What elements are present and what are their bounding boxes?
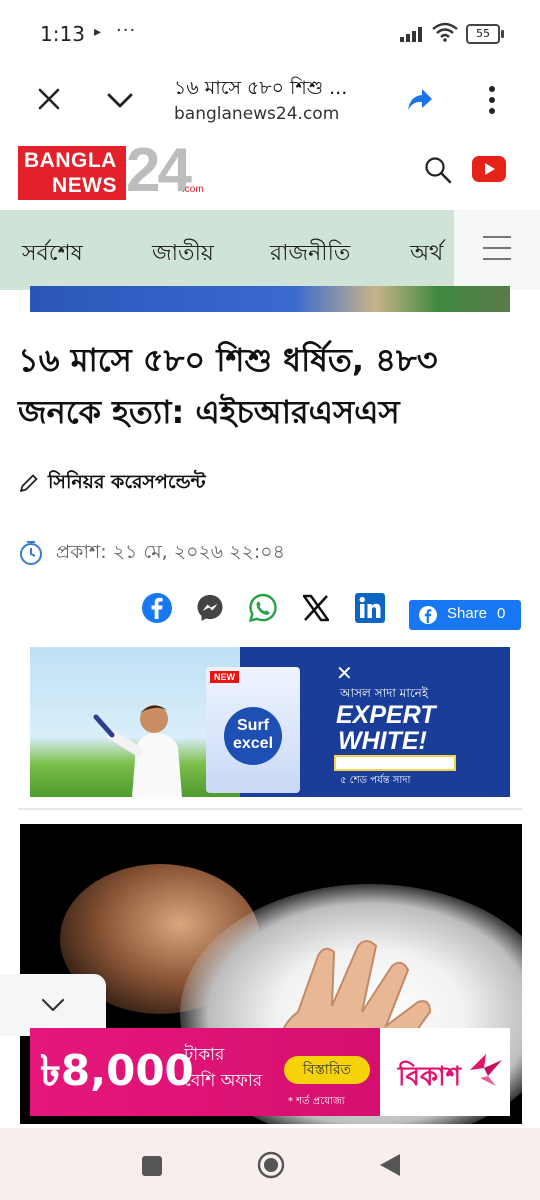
- banner-strip: [30, 286, 510, 312]
- publish-date: প্রকাশ: ২১ মে, ২০২৬ ২২:০৪: [56, 541, 285, 563]
- facebook-share-count: 0: [497, 605, 506, 622]
- nav-item-politics[interactable]: রাজনীতি: [270, 236, 350, 273]
- whiteness-scale: [334, 755, 456, 771]
- surf-excel-pack: NEW Surf excel: [206, 667, 300, 793]
- author-name[interactable]: সিনিয়র করেসপন্ডেন্ট: [48, 468, 206, 500]
- facebook-share-button[interactable]: Share 0: [409, 600, 521, 630]
- more-vert-icon[interactable]: [478, 82, 506, 118]
- page-url[interactable]: banglanews24.com: [174, 104, 339, 124]
- facebook-icon[interactable]: [141, 592, 173, 624]
- cricket-player-image: [93, 705, 182, 797]
- new-badge: NEW: [210, 671, 239, 683]
- section-divider: [18, 808, 522, 810]
- battery-indicator: 55: [466, 24, 504, 44]
- system-navigation-bar: [0, 1128, 540, 1200]
- search-icon[interactable]: [424, 156, 452, 184]
- messenger-icon[interactable]: [194, 592, 226, 624]
- facebook-f-icon: [419, 606, 437, 624]
- nav-item-national[interactable]: জাতীয়: [152, 236, 214, 273]
- category-nav: সর্বশেষ জাতীয় রাজনীতি অর্থ: [0, 210, 540, 290]
- whatsapp-icon[interactable]: [247, 592, 279, 624]
- close-icon[interactable]: [34, 84, 64, 114]
- logo-text-bangla: BANGLA: [24, 149, 117, 172]
- site-logo[interactable]: BANGLA NEWS 24 .com: [18, 140, 204, 202]
- surf-excel-brand: Surf excel: [224, 707, 282, 765]
- x-twitter-icon[interactable]: [300, 592, 332, 624]
- browser-toolbar: ১৬ মাসে ৫৮০ শিশু ... banglanews24.com: [0, 64, 540, 141]
- nav-item-economy[interactable]: অর্থ: [410, 236, 443, 273]
- chevron-down-icon[interactable]: [40, 994, 66, 1016]
- bkash-bird-icon: [470, 1054, 502, 1086]
- ad-bkash-amount: ৳8,000: [40, 1046, 194, 1095]
- hamburger-menu-icon[interactable]: [482, 234, 512, 262]
- ad-banner-surf-excel[interactable]: NEW Surf excel ✕ আসল সাদা মানেই EXPERT W…: [30, 647, 510, 797]
- article-headline: ১৬ মাসে ৫৮০ শিশু ধর্ষিত, ৪৮৩ জনকে হত্যা:…: [18, 341, 438, 431]
- facebook-share-label: Share: [447, 605, 488, 622]
- logo-text-news: NEWS: [52, 174, 117, 197]
- ad-bkash-terms: * শর্ত প্রযোজ্য: [288, 1096, 345, 1107]
- youtube-icon[interactable]: [472, 156, 506, 182]
- page-title: ১৬ মাসে ৫৮০ শিশু ...: [174, 77, 348, 99]
- site-header: BANGLA NEWS 24 .com: [0, 140, 540, 210]
- ad-surf-headline-2: WHITE!: [338, 727, 427, 755]
- more-notifications-icon: ···: [116, 20, 137, 41]
- home-icon[interactable]: [256, 1150, 286, 1180]
- ad-bkash-line1: টাকার: [184, 1045, 225, 1065]
- ad-surf-headline-1: EXPERT: [336, 701, 436, 729]
- back-icon[interactable]: [378, 1152, 402, 1178]
- recent-apps-icon[interactable]: [142, 1156, 162, 1176]
- clock-icon: [20, 541, 42, 565]
- nav-item-latest[interactable]: সর্বশেষ: [22, 236, 83, 273]
- ad-bkash-details-button[interactable]: বিস্তারিত: [284, 1056, 370, 1084]
- ad-collapse-tab[interactable]: [0, 974, 106, 1036]
- ad-banner-bkash[interactable]: ৳8,000 টাকার বেশি অফার বিস্তারিত * শর্ত …: [30, 1028, 510, 1116]
- share-icon[interactable]: [404, 84, 434, 114]
- ad-surf-subline: ৫ শেড পর্যন্ত সাদা: [340, 775, 411, 786]
- chevron-down-icon[interactable]: [104, 84, 136, 116]
- logo-domain: .com: [182, 184, 204, 195]
- logo-number: 24: [126, 136, 192, 205]
- signal-icon: [400, 27, 422, 42]
- bkash-logo-text: বিকাশ: [398, 1062, 462, 1092]
- linkedin-icon[interactable]: [354, 592, 386, 624]
- status-time: 1:13: [40, 22, 85, 46]
- ad-bkash-line2: বেশি অফার: [184, 1071, 263, 1091]
- pencil-icon: [20, 474, 38, 492]
- status-bar: 1:13 ▸ ··· 55: [0, 0, 540, 64]
- wifi-icon: [432, 22, 458, 42]
- sparkle-icon: ✕: [336, 661, 353, 685]
- cast-icon: ▸: [94, 24, 102, 40]
